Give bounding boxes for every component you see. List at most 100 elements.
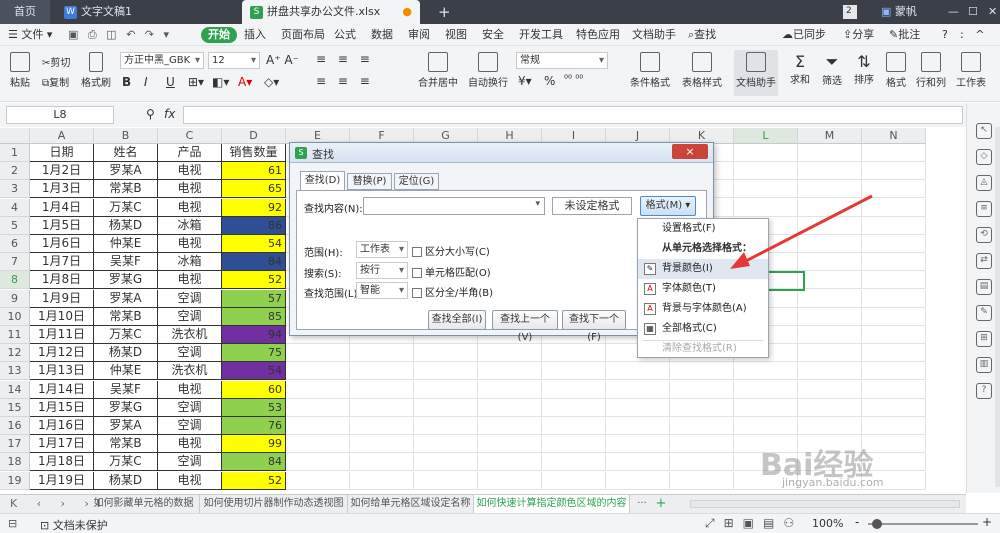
underline-button[interactable]: U <box>166 75 175 89</box>
cell-a17[interactable]: 1月17日 <box>30 435 94 454</box>
select-all-corner[interactable] <box>0 128 30 144</box>
filter-button[interactable]: ⏷ 筛选 <box>818 52 846 87</box>
empty-cell[interactable] <box>542 417 606 435</box>
empty-cell[interactable] <box>478 398 542 417</box>
font-family-select[interactable]: 方正中黑_GBK <box>120 52 204 69</box>
empty-cell[interactable] <box>862 380 926 399</box>
empty-cell[interactable] <box>414 417 478 435</box>
row-header-9[interactable]: 9 <box>0 289 30 308</box>
empty-cell[interactable] <box>798 344 862 363</box>
empty-cell[interactable] <box>606 380 670 399</box>
empty-cell[interactable] <box>414 344 478 363</box>
empty-cell[interactable] <box>414 380 478 399</box>
empty-cell[interactable] <box>862 417 926 435</box>
cell-b3[interactable]: 常某B <box>94 180 158 199</box>
empty-cell[interactable] <box>414 398 478 417</box>
cell-d4[interactable]: 92 <box>222 198 286 217</box>
minimize-icon[interactable]: — <box>940 0 959 24</box>
column-header-m[interactable]: M <box>798 128 862 144</box>
match-cell-box[interactable] <box>412 268 422 278</box>
cell-c5[interactable]: 冰箱 <box>158 216 222 235</box>
menu-developer[interactable]: 开发工具 <box>519 27 563 43</box>
empty-cell[interactable] <box>350 471 414 490</box>
row-header-5[interactable]: 5 <box>0 216 30 235</box>
cell-d15[interactable]: 53 <box>222 398 286 417</box>
cell-d3[interactable]: 65 <box>222 180 286 199</box>
cell-d12[interactable]: 75 <box>222 344 286 363</box>
empty-cell[interactable] <box>670 417 734 435</box>
more-sheets-button[interactable]: ··· <box>632 495 652 514</box>
cell-a2[interactable]: 1月2日 <box>30 162 94 181</box>
empty-cell[interactable] <box>478 344 542 363</box>
empty-cell[interactable] <box>350 398 414 417</box>
empty-cell[interactable] <box>798 398 862 417</box>
menu-font-color[interactable]: A 字体颜色(T) <box>638 279 768 299</box>
bold-button[interactable]: B <box>122 75 131 89</box>
cell-d8[interactable]: 52 <box>222 271 286 290</box>
cell-c19[interactable]: 电视 <box>158 471 222 490</box>
menu-security[interactable]: 安全 <box>482 27 504 43</box>
cell-d2[interactable]: 61 <box>222 162 286 181</box>
cell-d18[interactable]: 84 <box>222 453 286 472</box>
menu-file[interactable]: ☰ 文件 ▾ <box>8 27 52 43</box>
cell-a10[interactable]: 1月10日 <box>30 307 94 326</box>
decimal-icons[interactable]: ⁰⁰ ⁰⁰ <box>564 74 583 85</box>
row-header-13[interactable]: 13 <box>0 362 30 381</box>
look-in-select[interactable]: 智能 <box>356 282 408 299</box>
row-header-7[interactable]: 7 <box>0 253 30 272</box>
row-header-16[interactable]: 16 <box>0 417 30 435</box>
maximize-icon[interactable]: ☐ <box>960 0 978 24</box>
cell-d16[interactable]: 76 <box>222 417 286 435</box>
cell-a12[interactable]: 1月12日 <box>30 344 94 363</box>
row-header-8[interactable]: 8 <box>0 271 30 290</box>
empty-cell[interactable] <box>862 398 926 417</box>
match-width-checkbox[interactable]: 区分全/半角(B) <box>412 284 493 299</box>
cell-b8[interactable]: 罗某G <box>94 271 158 290</box>
row-header-4[interactable]: 4 <box>0 198 30 217</box>
tab-replace[interactable]: 替换(P) <box>347 173 392 190</box>
column-header-d[interactable]: D <box>222 128 286 144</box>
sum-button[interactable]: Σ 求和 <box>786 52 814 86</box>
empty-cell[interactable] <box>350 380 414 399</box>
user-account[interactable]: ▣ 蒙帆 <box>873 0 933 24</box>
cell-c4[interactable]: 电视 <box>158 198 222 217</box>
cell-b19[interactable]: 杨某D <box>94 471 158 490</box>
eraser-icon[interactable]: ◇▾ <box>264 75 279 89</box>
empty-cell[interactable] <box>734 144 798 162</box>
style-icon[interactable]: ◬ <box>976 175 992 191</box>
row-header-14[interactable]: 14 <box>0 380 30 399</box>
menu-view[interactable]: 视图 <box>445 27 467 43</box>
close-dialog-button[interactable]: × <box>672 144 708 159</box>
cell-d17[interactable]: 99 <box>222 435 286 454</box>
cell-c17[interactable]: 电视 <box>158 435 222 454</box>
cell-d5[interactable]: 86 <box>222 216 286 235</box>
empty-cell[interactable] <box>862 344 926 363</box>
cell-b10[interactable]: 常某B <box>94 307 158 326</box>
empty-cell[interactable] <box>478 380 542 399</box>
cell-c15[interactable]: 空调 <box>158 398 222 417</box>
view-mode-icons[interactable]: ⤢⊞▣▤⚇ <box>705 516 803 531</box>
tab-find[interactable]: 查找(D) <box>300 171 345 190</box>
cell-d6[interactable]: 54 <box>222 235 286 253</box>
empty-cell[interactable] <box>670 453 734 472</box>
row-header-3[interactable]: 3 <box>0 180 30 199</box>
empty-cell[interactable] <box>798 307 862 326</box>
empty-cell[interactable] <box>862 307 926 326</box>
find-previous-button[interactable]: 查找上一个(V) <box>492 310 558 343</box>
row-header-17[interactable]: 17 <box>0 435 30 454</box>
cell-a3[interactable]: 1月3日 <box>30 180 94 199</box>
cell-d7[interactable]: 84 <box>222 253 286 272</box>
fill-color-icon[interactable]: ◧▾ <box>212 75 229 89</box>
empty-cell[interactable] <box>542 398 606 417</box>
empty-cell[interactable] <box>286 417 350 435</box>
sidebar-book-icon[interactable]: ▥ <box>976 357 992 373</box>
empty-cell[interactable] <box>542 380 606 399</box>
more-menu[interactable]: : ^ <box>960 27 988 43</box>
empty-cell[interactable] <box>478 471 542 490</box>
close-window-icon[interactable]: ✕ <box>980 0 998 24</box>
search-order-select[interactable]: 按行 <box>356 262 408 279</box>
column-header-n[interactable]: N <box>862 128 926 144</box>
row-header-2[interactable]: 2 <box>0 162 30 181</box>
help-button[interactable]: ? <box>942 27 948 43</box>
cell-c12[interactable]: 空调 <box>158 344 222 363</box>
